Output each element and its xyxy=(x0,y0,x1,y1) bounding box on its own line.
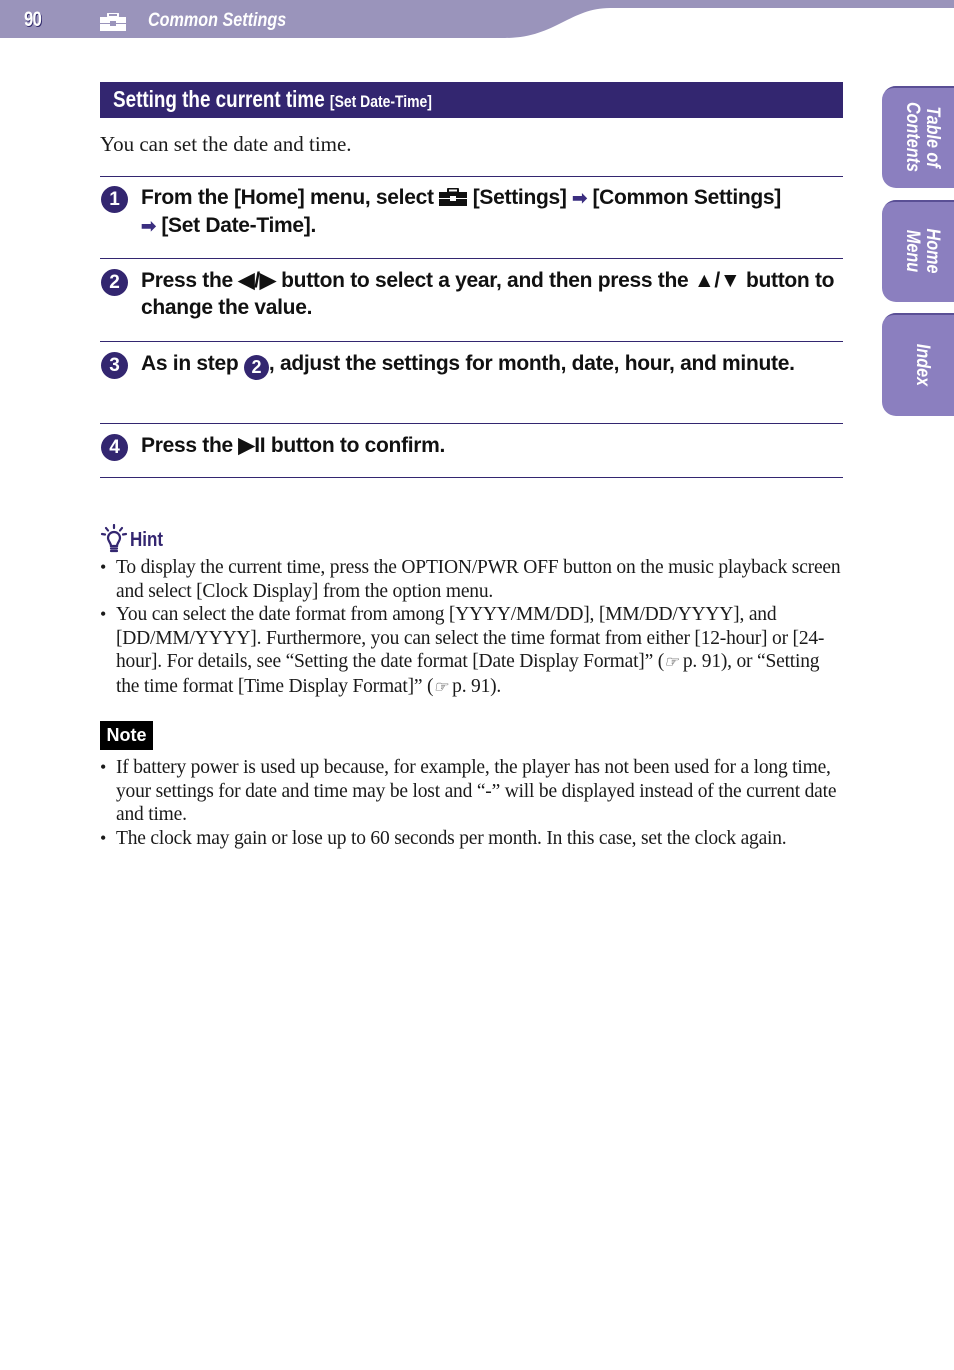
hint-item: To display the current time, press the O… xyxy=(100,556,845,603)
hint-label: Hint xyxy=(130,529,164,551)
divider xyxy=(100,176,843,177)
side-tab-label: Index xyxy=(912,343,933,386)
note-list: If battery power is used up because, for… xyxy=(100,756,845,850)
step-text: From the [Home] menu, select [Settings] … xyxy=(141,184,841,240)
section-title: Common Settings xyxy=(148,10,287,31)
play-pause-icon: ▶II xyxy=(238,434,266,457)
step-text-part: [Common Settings] xyxy=(586,186,781,209)
step-text-part: , adjust the settings for month, date, h… xyxy=(268,352,795,375)
step-text: As in step 2, adjust the settings for mo… xyxy=(141,350,841,380)
page-title-sub: [Set Date-Time] xyxy=(329,92,432,111)
lightbulb-icon xyxy=(100,524,128,553)
page-header: 90 Common Settings xyxy=(0,0,954,40)
page-reference-icon: ☞ xyxy=(433,678,448,696)
step-text: Press the ▶II button to confirm. xyxy=(141,432,841,459)
step-number: 4 xyxy=(101,434,128,461)
intro-text: You can set the date and time. xyxy=(100,132,352,156)
note-badge: Note xyxy=(100,721,153,750)
divider xyxy=(100,258,843,259)
step-text-part: [Set Date-Time]. xyxy=(155,214,317,237)
step-text-part: [Settings] xyxy=(467,186,573,209)
step-number: 1 xyxy=(101,186,128,213)
divider xyxy=(100,423,843,424)
divider xyxy=(100,341,843,342)
step-text-part: button to confirm. xyxy=(265,434,446,457)
hint-item: You can select the date format from amon… xyxy=(100,603,845,699)
step-number: 3 xyxy=(101,352,128,379)
arrow-right-icon: ➡ xyxy=(572,188,587,208)
step-text-part: Press the xyxy=(141,434,239,457)
arrow-right-icon: ➡ xyxy=(141,216,156,236)
step-text-part: As in step xyxy=(141,352,244,375)
left-right-arrows-icon: ◀/▶ xyxy=(238,269,276,292)
side-tab-index[interactable]: Index xyxy=(882,313,954,416)
note-item: The clock may gain or lose up to 60 seco… xyxy=(100,827,845,851)
page-title-bar: Setting the current time [Set Date-Time] xyxy=(100,82,843,118)
note-item: If battery power is used up because, for… xyxy=(100,756,845,827)
divider xyxy=(100,477,843,478)
side-tab-label: Home Menu xyxy=(902,228,943,274)
page-reference-link[interactable]: p. 91). xyxy=(447,676,501,697)
page-title-main: Setting the current time xyxy=(113,86,325,112)
toolbox-icon xyxy=(439,188,468,206)
side-tab-label: Table of Contents xyxy=(902,102,943,172)
up-down-arrows-icon: ▲/▼ xyxy=(693,269,741,292)
step-text-part: button to select a year, and then press … xyxy=(275,269,694,292)
step-text: Press the ◀/▶ button to select a year, a… xyxy=(141,267,841,321)
step-reference: 2 xyxy=(243,355,269,380)
header-band xyxy=(0,0,954,38)
page-title: Setting the current time [Set Date-Time] xyxy=(113,86,432,113)
hint-list: To display the current time, press the O… xyxy=(100,556,845,699)
toolbox-icon xyxy=(100,13,126,31)
step-number: 2 xyxy=(101,269,128,296)
step-text-part: Press the xyxy=(141,269,239,292)
step-text-part: From the [Home] menu, select xyxy=(141,186,440,209)
side-tab-home-menu[interactable]: Home Menu xyxy=(882,200,954,302)
page-reference-icon: ☞ xyxy=(664,654,679,671)
page-number: 90 xyxy=(24,8,42,31)
side-tab-table-of-contents[interactable]: Table of Contents xyxy=(882,86,954,188)
